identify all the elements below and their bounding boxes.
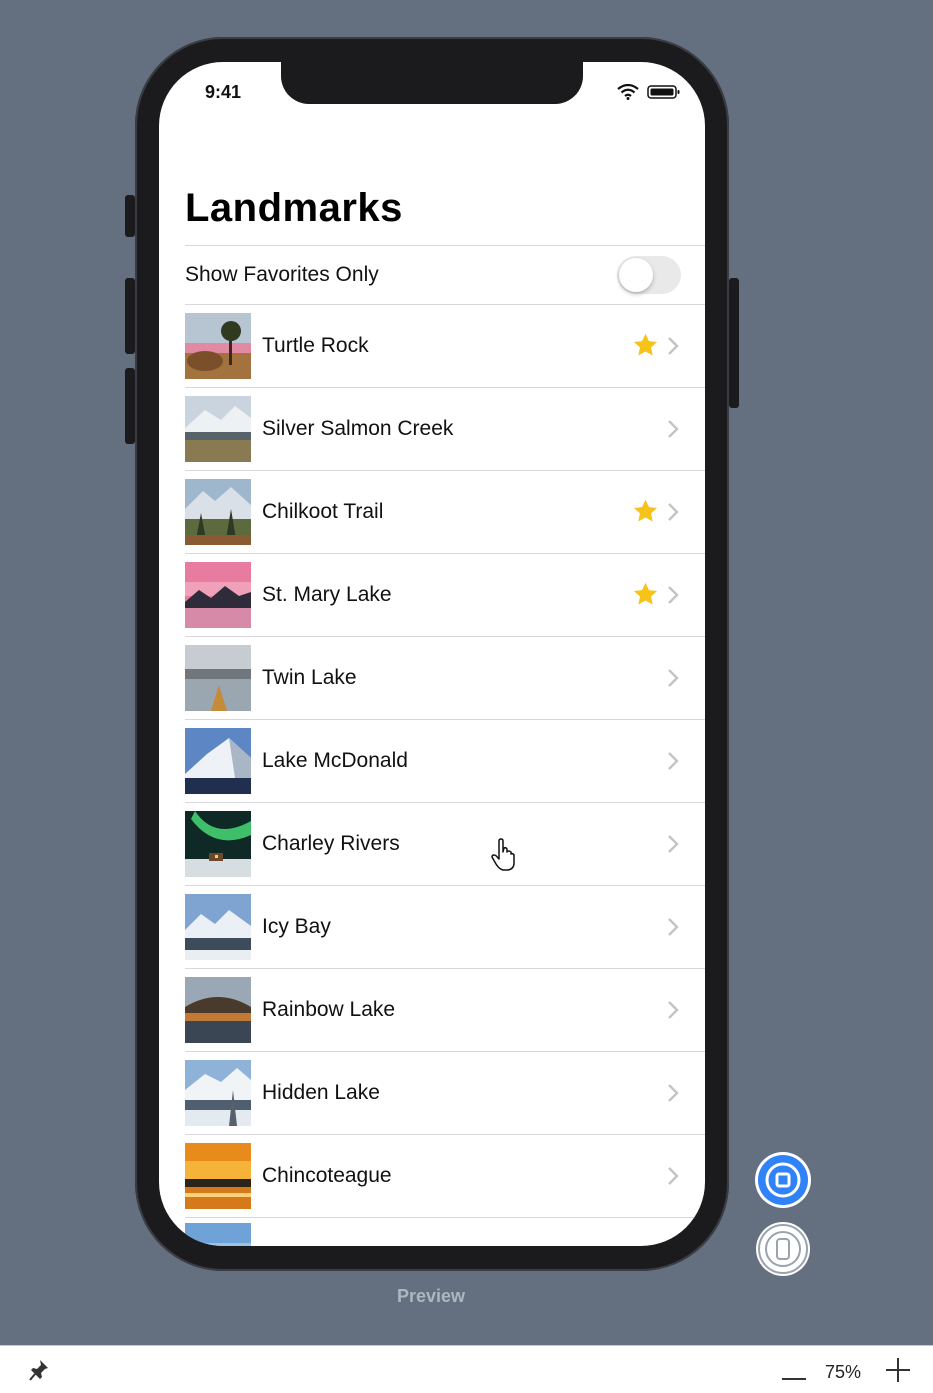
zoom-out-icon[interactable] <box>782 1368 806 1386</box>
landmark-thumbnail <box>185 977 251 1043</box>
landmark-thumbnail <box>185 313 251 379</box>
landmark-name: Rainbow Lake <box>262 998 396 1021</box>
landmark-thumbnail <box>185 728 251 794</box>
landmark-thumbnail <box>185 396 251 462</box>
landmark-thumbnail <box>185 479 251 545</box>
disclosure-chevron-icon <box>668 1167 679 1185</box>
landmark-row[interactable]: Silver Salmon Creek <box>185 388 705 471</box>
pin-icon[interactable] <box>28 1358 50 1387</box>
landmark-thumbnail <box>185 1060 251 1126</box>
favorite-star-icon <box>633 499 658 522</box>
device-notch <box>281 62 583 104</box>
live-preview-button[interactable] <box>755 1152 811 1208</box>
disclosure-chevron-icon <box>668 918 679 936</box>
landmark-row[interactable]: Lake McDonald <box>185 720 705 803</box>
disclosure-chevron-icon <box>668 1084 679 1102</box>
power-button <box>729 278 739 408</box>
landmark-thumbnail <box>185 894 251 960</box>
landmark-thumbnail <box>185 645 251 711</box>
landmark-row[interactable]: Charley Rivers <box>185 803 705 886</box>
landmark-thumbnail <box>185 562 251 628</box>
favorite-star-icon <box>633 582 658 605</box>
favorites-toggle-label: Show Favorites Only <box>185 263 379 286</box>
disclosure-chevron-icon <box>668 669 679 687</box>
landmark-thumbnail <box>185 1223 251 1246</box>
landmark-name: Lake McDonald <box>262 749 408 772</box>
preview-canvas: 9:41 Landmarks Show Favorites Only Turtl… <box>0 0 933 1345</box>
nav-title: Landmarks <box>185 186 403 230</box>
disclosure-chevron-icon <box>668 420 679 438</box>
status-icons <box>617 83 681 105</box>
landmark-row[interactable]: Hidden Lake <box>185 1052 705 1135</box>
disclosure-chevron-icon <box>668 337 679 355</box>
landmark-thumbnail <box>185 1143 251 1209</box>
volume-down-button <box>125 368 135 444</box>
landmark-thumbnail <box>185 811 251 877</box>
zoom-in-icon[interactable] <box>886 1358 910 1387</box>
device-preview-button[interactable] <box>756 1222 810 1276</box>
disclosure-chevron-icon <box>668 1001 679 1019</box>
disclosure-chevron-icon <box>668 503 679 521</box>
disclosure-chevron-icon <box>668 835 679 853</box>
wifi-icon <box>617 83 639 105</box>
disclosure-chevron-icon <box>668 586 679 604</box>
preview-label: Preview <box>396 1286 466 1306</box>
disclosure-chevron-icon <box>668 752 679 770</box>
toggle-knob <box>619 258 653 292</box>
landmark-row[interactable]: St. Mary Lake <box>185 554 705 637</box>
status-time: 9:41 <box>205 82 242 102</box>
landmark-row[interactable]: Rainbow Lake <box>185 969 705 1052</box>
landmark-row[interactable]: Icy Bay <box>185 886 705 969</box>
landmark-name: Hidden Lake <box>262 1081 380 1104</box>
landmark-row[interactable]: Turtle Rock <box>185 305 705 388</box>
landmark-name: Charley Rivers <box>262 832 400 855</box>
favorites-toggle-switch[interactable] <box>617 256 681 294</box>
mute-switch <box>125 195 135 237</box>
landmark-row[interactable]: Chincoteague <box>185 1135 705 1218</box>
volume-up-button <box>125 278 135 354</box>
zoom-level: 75% <box>825 1362 862 1382</box>
landmark-name: Chincoteague <box>262 1164 392 1187</box>
landmark-name: Silver Salmon Creek <box>262 417 454 440</box>
live-preview-icon <box>758 1155 808 1205</box>
battery-icon <box>647 84 681 105</box>
favorites-toggle-row[interactable]: Show Favorites Only <box>185 246 705 305</box>
landmark-row[interactable]: Twin Lake <box>185 637 705 720</box>
landmark-row[interactable]: Chilkoot Trail <box>185 471 705 554</box>
landmark-name: Icy Bay <box>262 915 331 938</box>
canvas-bottom-bar: 75% <box>0 1345 933 1393</box>
device-icon <box>758 1224 808 1274</box>
device-screen: 9:41 Landmarks Show Favorites Only Turtl… <box>159 62 705 1246</box>
hand-cursor-icon <box>491 838 515 871</box>
favorite-star-icon <box>633 333 658 356</box>
landmark-list: Turtle Rock Silver Salmon Creek Chilkoot… <box>185 305 705 1218</box>
landmark-name: Twin Lake <box>262 666 357 689</box>
